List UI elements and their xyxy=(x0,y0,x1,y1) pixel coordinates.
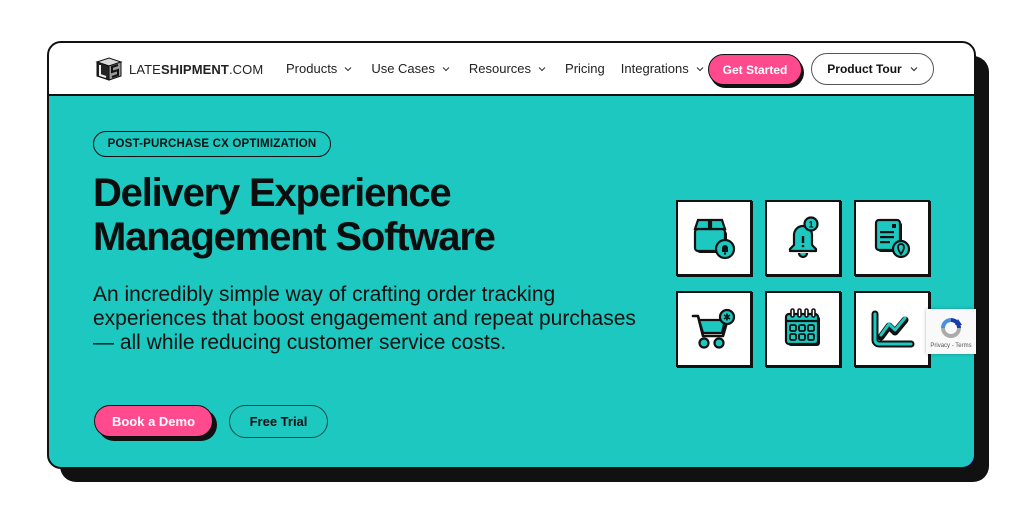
nav-label: Use Cases xyxy=(371,61,435,76)
line-chart-icon xyxy=(871,310,915,348)
chevron-down-icon xyxy=(696,66,704,71)
logo-suffix: .COM xyxy=(228,61,264,77)
calendar-icon xyxy=(784,308,820,346)
nav-label: Pricing xyxy=(565,61,605,76)
free-trial-button[interactable]: Free Trial xyxy=(229,405,328,438)
nav-label: Products xyxy=(286,61,338,76)
ls-cube-logo-icon xyxy=(95,57,123,81)
nav-use-cases[interactable]: Use Cases xyxy=(371,61,450,76)
feature-tile-package xyxy=(676,200,752,276)
title-line-1: Delivery Experience xyxy=(93,171,452,215)
bell-notification-icon: 1 xyxy=(788,216,819,259)
feature-tile-calendar xyxy=(765,291,841,367)
feature-tile-chart xyxy=(854,291,930,367)
page-title: Delivery Experience Management Software xyxy=(93,171,653,259)
svg-text:1: 1 xyxy=(808,220,813,230)
main-nav: Products Use Cases Resources Pricing Int… xyxy=(286,43,723,94)
nav-label: Resources xyxy=(468,61,532,76)
document-location-icon xyxy=(874,218,911,259)
chevron-down-icon xyxy=(910,67,918,72)
logo-prefix: LATE xyxy=(129,61,161,77)
title-line-2: Management Software xyxy=(93,215,496,259)
site-header: LATESHIPMENT.COM Products Use Cases Reso… xyxy=(49,43,974,96)
feature-tile-cart xyxy=(676,291,752,367)
product-tour-button[interactable]: Product Tour xyxy=(811,53,934,85)
nav-label: Integrations xyxy=(620,61,689,76)
product-tour-label: Product Tour xyxy=(827,62,902,76)
recaptcha-links[interactable]: Privacy - Terms xyxy=(930,343,971,349)
subheadline: An incredibly simple way of crafting ord… xyxy=(93,283,636,354)
nav-resources[interactable]: Resources xyxy=(469,61,546,76)
chevron-down-icon xyxy=(344,66,352,71)
feature-tile-document xyxy=(854,200,930,276)
recaptcha-badge[interactable]: Privacy - Terms xyxy=(926,309,976,354)
logo[interactable]: LATESHIPMENT.COM xyxy=(93,56,263,82)
package-alert-icon xyxy=(693,218,736,260)
nav-pricing[interactable]: Pricing xyxy=(565,61,605,76)
logo-bold: SHIPMENT xyxy=(160,61,229,77)
chevron-down-icon xyxy=(442,66,450,71)
category-pill: POST-PURCHASE CX OPTIMIZATION xyxy=(93,131,331,157)
book-demo-button[interactable]: Book a Demo xyxy=(94,405,213,437)
get-started-button[interactable]: Get Started xyxy=(708,54,802,85)
hero-card: LATESHIPMENT.COM Products Use Cases Reso… xyxy=(47,41,976,469)
nav-integrations[interactable]: Integrations xyxy=(621,61,704,76)
feature-tile-notification: 1 xyxy=(765,200,841,276)
chevron-down-icon xyxy=(538,66,546,71)
nav-products[interactable]: Products xyxy=(286,61,352,76)
recaptcha-icon xyxy=(941,317,962,338)
shopping-cart-icon xyxy=(691,308,736,349)
